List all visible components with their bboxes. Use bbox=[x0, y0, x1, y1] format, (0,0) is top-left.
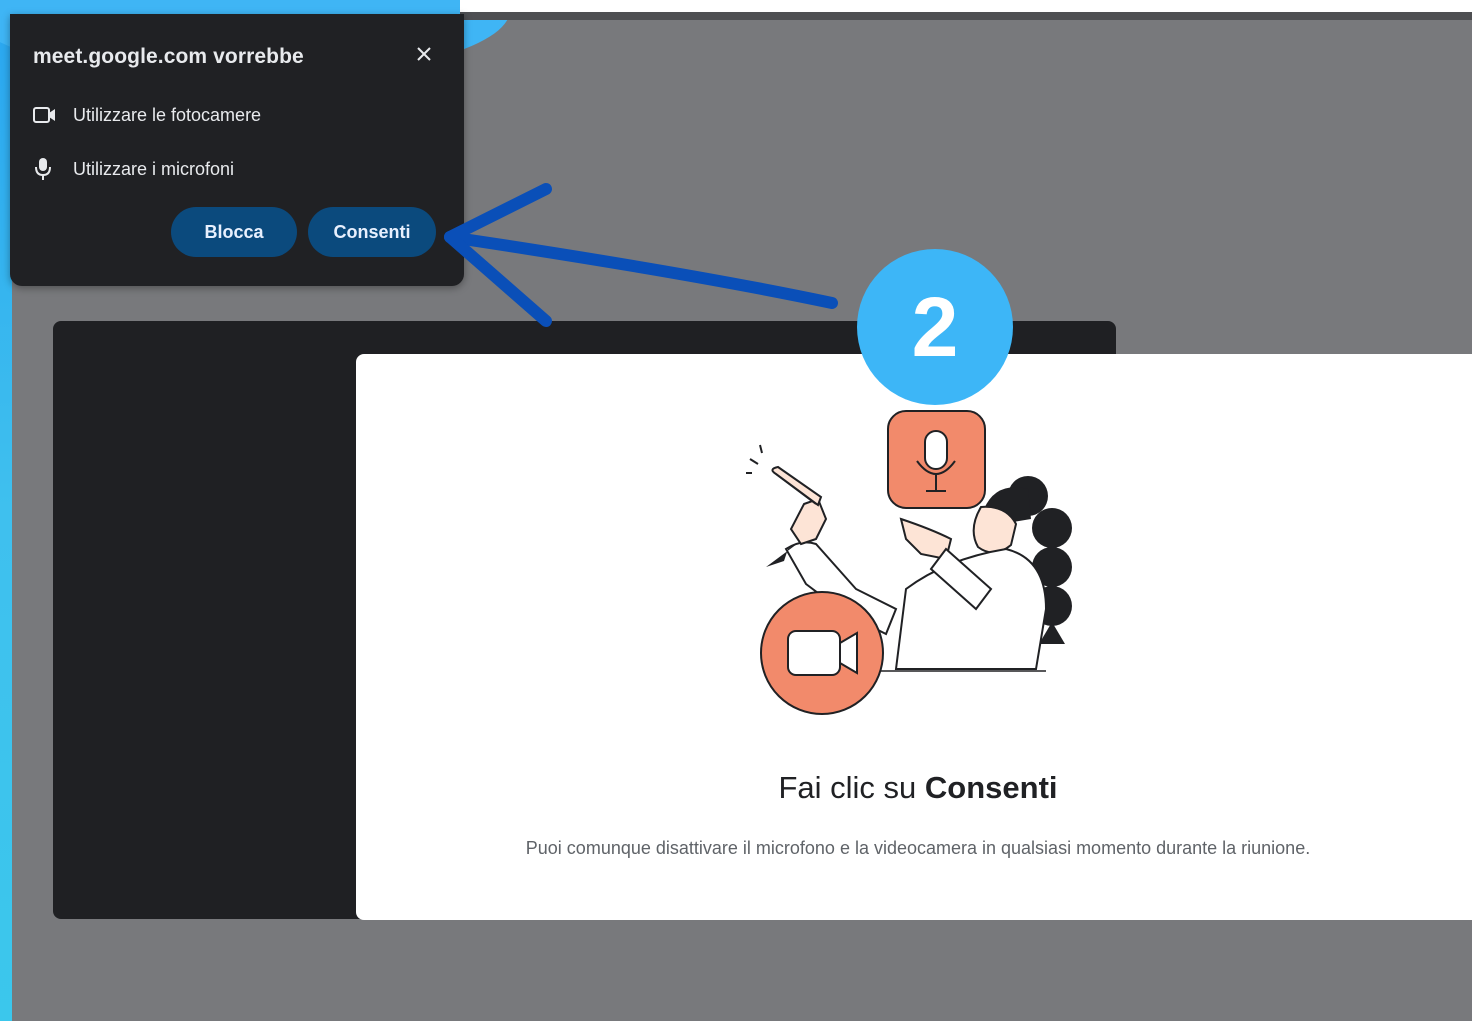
microphone-icon bbox=[33, 157, 61, 181]
block-button[interactable]: Blocca bbox=[171, 207, 297, 257]
prompt-title: meet.google.com vorrebbe bbox=[33, 45, 304, 68]
permission-illustration bbox=[746, 410, 1072, 715]
pointer-arrow-icon bbox=[444, 183, 838, 327]
step-number-badge: 2 bbox=[857, 249, 1013, 405]
permission-microphone-label: Utilizzare i microfoni bbox=[73, 158, 235, 179]
permission-instruction-card: Fai clic su Consenti Puoi comunque disat… bbox=[356, 354, 1472, 920]
permission-camera-row: Utilizzare le fotocamere bbox=[33, 100, 261, 130]
heading-prefix: Fai clic su bbox=[778, 770, 925, 805]
camera-circle-icon bbox=[760, 591, 884, 715]
heading-emphasis: Consenti bbox=[924, 770, 1058, 805]
microphone-tile-icon bbox=[887, 410, 986, 509]
card-description: Puoi comunque disattivare il microfono e… bbox=[525, 838, 1311, 858]
close-icon[interactable] bbox=[410, 40, 438, 68]
allow-button[interactable]: Consenti bbox=[308, 207, 436, 257]
camera-icon bbox=[33, 103, 61, 127]
permission-microphone-row: Utilizzare i microfoni bbox=[33, 154, 234, 184]
browser-toolbar-edge bbox=[460, 12, 1472, 20]
permission-prompt: meet.google.com vorrebbe Utilizzare le f… bbox=[10, 14, 464, 286]
permission-camera-label: Utilizzare le fotocamere bbox=[73, 104, 262, 125]
card-heading: Fai clic su Consenti bbox=[356, 770, 1472, 806]
